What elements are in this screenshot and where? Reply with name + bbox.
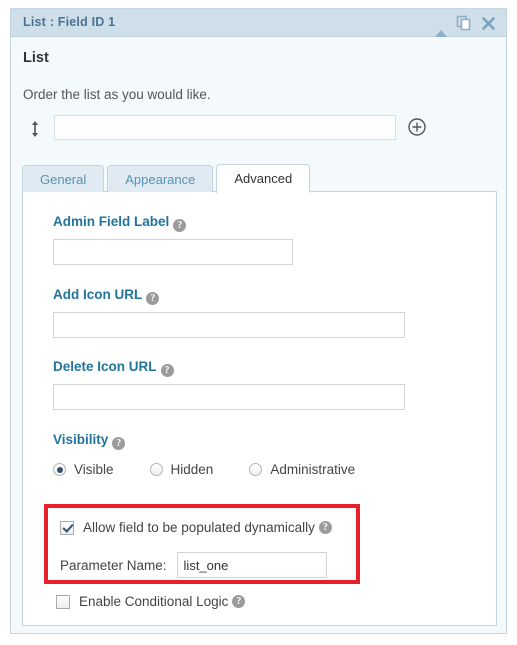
panel-title: List : Field ID 1: [23, 15, 116, 29]
allow-dynamic-population-checkbox[interactable]: [60, 520, 74, 535]
close-icon[interactable]: [481, 16, 496, 31]
delete-icon-url-group: Delete Icon URL?: [53, 359, 405, 410]
tab-advanced[interactable]: Advanced: [216, 164, 311, 193]
allow-dynamic-population-label: Allow field to be populated dynamically: [83, 520, 315, 535]
visibility-radio-group: Visible Hidden Administrative: [53, 462, 391, 477]
admin-field-label-text: Admin Field Label: [53, 214, 170, 229]
radio-hidden-label: Hidden: [170, 462, 214, 477]
help-icon[interactable]: ?: [112, 437, 126, 450]
settings-tabs: General Appearance Advanced: [22, 162, 313, 193]
field-settings-panel: List : Field ID 1 List Order the list as…: [10, 8, 507, 634]
radio-visible-label: Visible: [74, 462, 114, 477]
visibility-group: Visibility?: [53, 432, 126, 457]
radio-hidden-indicator[interactable]: [149, 463, 163, 476]
radio-administrative-label: Administrative: [270, 462, 356, 477]
tab-appearance[interactable]: Appearance: [107, 165, 214, 192]
add-icon-url-input[interactable]: [53, 312, 405, 338]
admin-field-label-group: Admin Field Label?: [53, 214, 293, 265]
duplicate-icon[interactable]: [456, 15, 472, 31]
enable-conditional-logic-checkbox[interactable]: [56, 594, 70, 609]
parameter-name-row: Parameter Name:: [60, 552, 327, 578]
delete-icon-url-label: Delete Icon URL?: [53, 359, 405, 377]
delete-icon-url-input[interactable]: [53, 384, 405, 410]
radio-visible[interactable]: Visible: [53, 462, 114, 477]
plus-circle-icon[interactable]: [407, 117, 427, 137]
dynamic-population-highlight: Allow field to be populated dynamically …: [44, 504, 360, 584]
radio-administrative-indicator[interactable]: [249, 463, 263, 476]
admin-field-label-label: Admin Field Label?: [53, 214, 293, 232]
field-title: List: [23, 50, 49, 66]
add-icon-url-group: Add Icon URL?: [53, 287, 405, 338]
panel-header-actions: [435, 9, 496, 37]
advanced-tab-panel: Admin Field Label? Add Icon URL? Delete …: [22, 191, 497, 626]
allow-dynamic-population-checkbox-row[interactable]: Allow field to be populated dynamically …: [60, 520, 332, 535]
help-icon[interactable]: ?: [146, 292, 160, 305]
help-icon[interactable]: ?: [318, 521, 332, 534]
add-icon-url-text: Add Icon URL: [53, 287, 143, 302]
parameter-name-input[interactable]: [176, 552, 327, 578]
help-icon[interactable]: ?: [232, 595, 246, 608]
panel-header: List : Field ID 1: [11, 9, 506, 37]
radio-visible-indicator[interactable]: [53, 463, 66, 476]
visibility-label-text: Visibility: [53, 432, 109, 447]
enable-conditional-logic-row[interactable]: Enable Conditional Logic ?: [56, 594, 246, 609]
tab-general[interactable]: General: [22, 165, 105, 192]
visibility-label: Visibility?: [53, 432, 126, 450]
list-item-input[interactable]: [54, 115, 396, 140]
help-icon[interactable]: ?: [173, 219, 187, 232]
drag-vertical-icon[interactable]: [28, 119, 42, 139]
help-icon[interactable]: ?: [160, 364, 174, 377]
delete-icon-url-text: Delete Icon URL: [53, 359, 157, 374]
radio-administrative[interactable]: Administrative: [249, 462, 355, 477]
field-instruction: Order the list as you would like.: [23, 87, 211, 102]
radio-hidden[interactable]: Hidden: [149, 462, 214, 477]
admin-field-label-input[interactable]: [53, 239, 293, 265]
add-icon-url-label: Add Icon URL?: [53, 287, 405, 305]
enable-conditional-logic-label: Enable Conditional Logic: [79, 594, 229, 609]
parameter-name-label: Parameter Name:: [60, 557, 167, 573]
list-item-row: [23, 115, 433, 143]
